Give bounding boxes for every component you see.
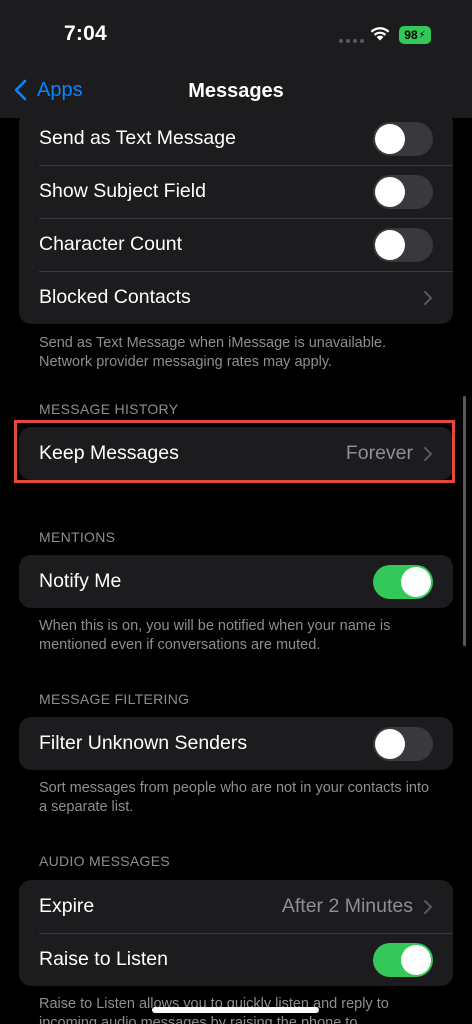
page-title: Messages [188, 80, 284, 102]
status-time: 7:04 [64, 22, 107, 45]
charging-bolt-icon: ⚡ [418, 29, 426, 41]
navigation-bar: Apps Messages [0, 62, 472, 118]
expire-value: After 2 Minutes [281, 895, 413, 917]
filter-unknown-senders-toggle[interactable] [373, 727, 433, 761]
message-history-group: Keep Messages Forever [19, 427, 453, 480]
show-subject-row: Show Subject Field [19, 165, 453, 218]
row-label: Expire [39, 895, 95, 917]
battery-level: 98 [404, 28, 418, 42]
blocked-contacts-row[interactable]: Blocked Contacts [19, 271, 453, 324]
home-indicator[interactable] [152, 1007, 319, 1013]
notify-me-toggle[interactable] [373, 565, 433, 599]
send-as-text-row: Send as Text Message [19, 118, 453, 165]
audio-messages-header: AUDIO MESSAGES [39, 853, 171, 869]
message-history-header: MESSAGE HISTORY [39, 401, 179, 417]
settings-list[interactable]: Send as Text Message Show Subject Field … [0, 118, 472, 1024]
scrollbar[interactable] [463, 396, 466, 646]
audio-messages-group: Expire After 2 Minutes Raise to Listen [19, 880, 453, 986]
cellular-signal-icon [339, 39, 364, 43]
message-filtering-group: Filter Unknown Senders [19, 717, 453, 770]
row-label: Blocked Contacts [39, 286, 191, 308]
sms-footnote: Send as Text Message when iMessage is un… [39, 335, 387, 370]
raise-to-listen-row: Raise to Listen [19, 933, 453, 986]
keep-messages-row[interactable]: Keep Messages Forever [19, 427, 453, 480]
mentions-group: Notify Me [19, 555, 453, 608]
show-subject-toggle[interactable] [373, 175, 433, 209]
send-as-text-toggle[interactable] [373, 122, 433, 156]
keep-messages-value: Forever [345, 442, 413, 464]
wifi-icon [369, 25, 391, 46]
raise-to-listen-toggle[interactable] [373, 943, 433, 977]
message-filtering-header: MESSAGE FILTERING [39, 691, 190, 707]
battery-icon: 98 ⚡ [399, 26, 431, 44]
notify-me-row: Notify Me [19, 555, 453, 608]
character-count-toggle[interactable] [373, 228, 433, 262]
expire-row[interactable]: Expire After 2 Minutes [19, 880, 453, 933]
mentions-footnote: When this is on, you will be notified wh… [39, 618, 391, 653]
status-bar: 7:04 98 ⚡ [0, 0, 472, 62]
chevron-right-icon [424, 290, 432, 305]
filter-unknown-senders-row: Filter Unknown Senders [19, 717, 453, 770]
character-count-row: Character Count [19, 218, 453, 271]
sms-settings-group: Send as Text Message Show Subject Field … [19, 118, 453, 324]
chevron-right-icon [424, 446, 432, 461]
row-label: Keep Messages [39, 442, 179, 464]
message-filtering-footnote: Sort messages from people who are not in… [39, 780, 430, 815]
chevron-right-icon [424, 899, 432, 914]
mentions-header: MENTIONS [39, 529, 116, 545]
